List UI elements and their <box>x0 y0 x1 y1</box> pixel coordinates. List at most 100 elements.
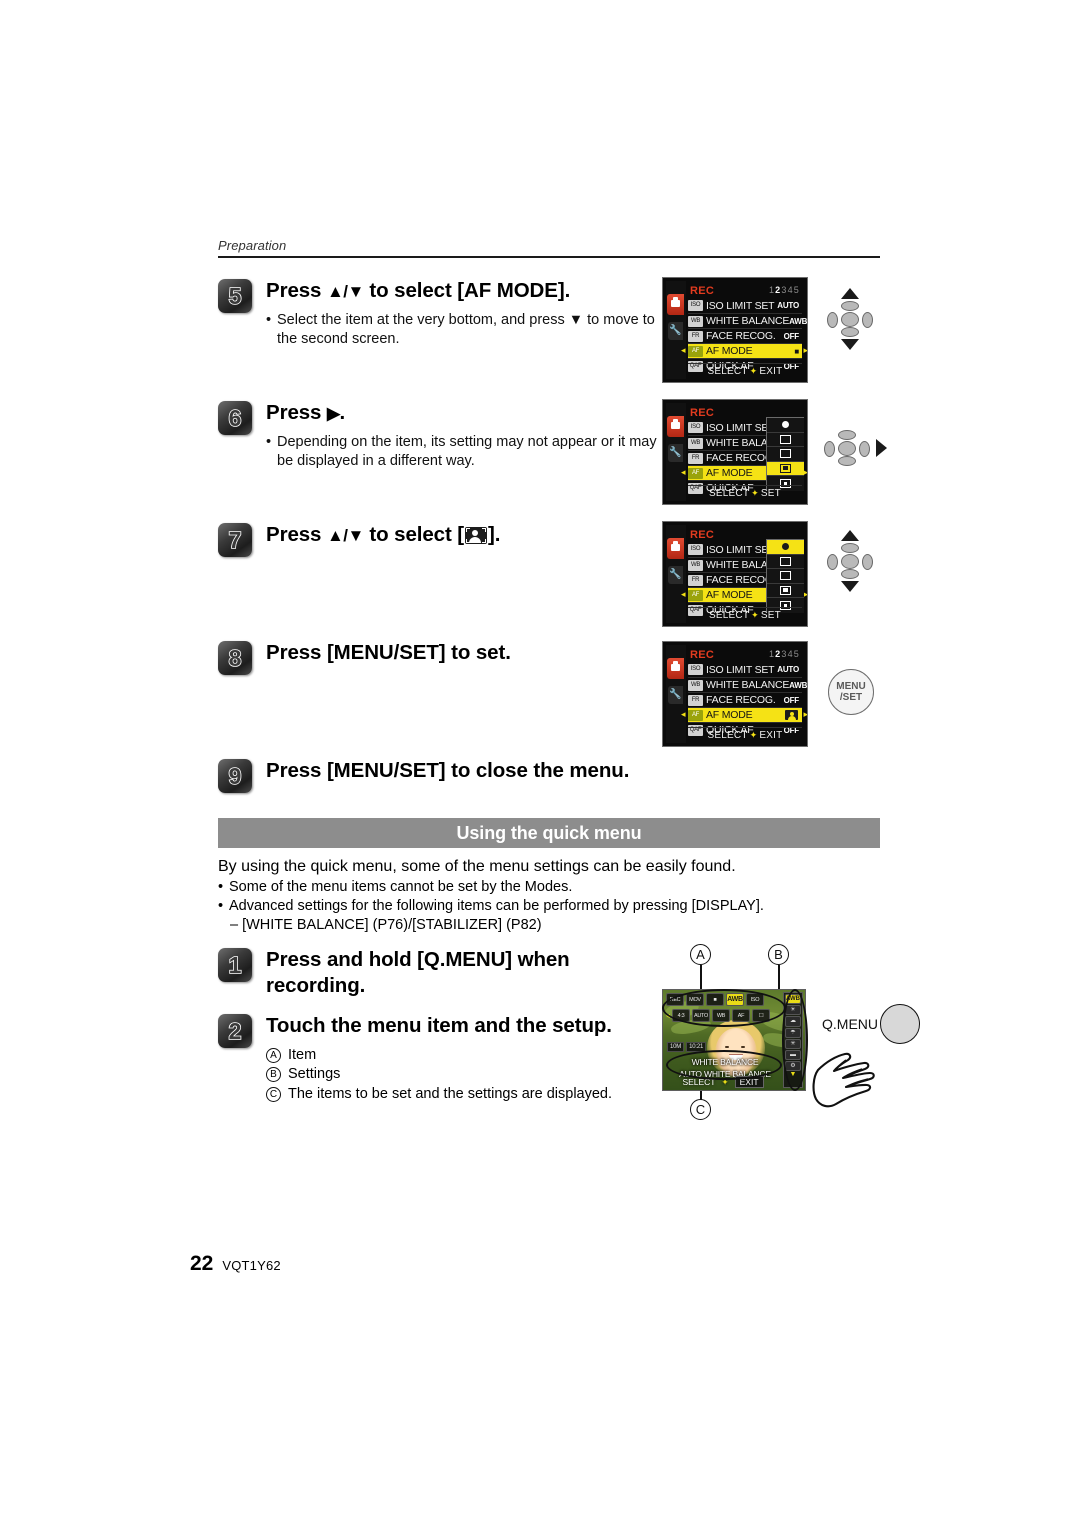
qm-icon-awb-selected[interactable]: AWB <box>726 993 744 1006</box>
pad-up-button <box>841 543 859 553</box>
rec-tab-icon <box>667 416 684 437</box>
bullet-dot: • <box>266 311 272 328</box>
cursor-pad-updown-1 <box>827 288 873 350</box>
menu-row-value-face-icon <box>785 710 798 720</box>
qm-icon-mov[interactable]: MOV <box>686 993 704 1006</box>
step-5-bullets: • Select the item at the very bottom, an… <box>266 311 668 350</box>
photo-eye-left <box>725 1046 729 1048</box>
count-chip: 10:21 <box>686 1042 707 1052</box>
step-9: 9 Press [MENU/SET] to close the menu. <box>218 758 718 793</box>
one-area-af-icon[interactable] <box>767 584 804 598</box>
cursor-pad <box>827 543 873 579</box>
qm-icon-auto[interactable]: AUTO <box>692 1009 711 1022</box>
qm-icon-wb[interactable]: WB <box>712 1009 731 1022</box>
white-balance-icon: WB <box>688 559 703 571</box>
menu-row-label: WHITE BALANCE <box>706 315 790 327</box>
step-5-title-pre: Press <box>266 279 327 302</box>
qm-icon-stabilizer[interactable]: ☐ <box>752 1009 771 1022</box>
wb-option-daylight[interactable]: ☀ <box>785 1005 801 1016</box>
pad-left-button <box>824 441 835 457</box>
pad-right-button <box>862 312 873 328</box>
photo-eye-right <box>741 1046 745 1048</box>
callout-leader-a <box>700 965 702 991</box>
step-5-title: Press ▲/▼ to select [AF MODE]. <box>266 278 668 304</box>
down-arrow-icon <box>841 581 859 592</box>
wb-option-halogen[interactable]: ✳ <box>785 1038 801 1049</box>
pad-down-button <box>841 327 859 337</box>
lcd-footer-3: SELECT ✦ SET <box>688 607 802 621</box>
step-5-title-post: to select [AF MODE]. <box>363 279 571 302</box>
iso-icon: ISO <box>688 544 703 555</box>
footer-set-label: SET <box>760 488 781 499</box>
cursor-pad <box>827 301 873 337</box>
menu-row[interactable]: ISO ISO LIMIT SET AUTO <box>688 662 802 677</box>
quick-menu-resolution-chips: 10M 10:21 <box>667 1042 707 1052</box>
multi-area-af-icon[interactable] <box>767 569 804 584</box>
iso-icon: ISO <box>688 300 703 311</box>
pad-center-button <box>841 312 859 327</box>
wb-option-shade[interactable]: ☂ <box>785 1027 801 1038</box>
wb-option-cloudy[interactable]: ☁ <box>785 1016 801 1027</box>
step-8-title: Press [MENU/SET] to set. <box>266 641 511 664</box>
section-banner-text: Using the quick menu <box>456 822 642 843</box>
menu-row-value: AUTO <box>777 301 799 310</box>
menu-row-label: FACE RECOG. <box>706 330 776 342</box>
callout-marker-b: B <box>768 944 789 965</box>
step-5: 5 Press ▲/▼ to select [AF MODE]. • Selec… <box>218 278 668 350</box>
menu-row[interactable]: WB WHITE BALANCE AWB <box>688 677 807 692</box>
menu-row[interactable]: WB WHITE BALANCE AWB <box>688 313 807 328</box>
menu-row-value: AWB <box>789 680 808 690</box>
af-mode-icon: AF <box>688 709 703 721</box>
face-detection-af-icon[interactable] <box>767 418 804 433</box>
qm-icon-aspect[interactable]: 4:3 <box>672 1009 691 1022</box>
callout-marker-c: C <box>690 1099 711 1120</box>
menu-row[interactable]: FR FACE RECOG. OFF <box>688 692 802 707</box>
menu-row-af-mode-selected[interactable]: AF AF MODE ■ <box>681 343 807 358</box>
step-7-title-post: to select [ <box>363 523 465 546</box>
wb-option-custom[interactable]: ⚙ <box>785 1061 801 1072</box>
setup-tab-icon: 🔧 <box>668 566 683 584</box>
lcd-footer-4: SELECT ✦ EXIT <box>688 727 802 741</box>
af-tracking-icon[interactable] <box>767 555 804 569</box>
quick-menu-icon-row-1: REC MOV ■ AWB ISO <box>666 993 764 1006</box>
bullet-dot: • <box>266 433 272 450</box>
quick-menu-title-line: WHITE BALANCE <box>691 1057 759 1067</box>
left-arrow-icon[interactable]: ◂ <box>666 1009 670 1022</box>
cursor-pad-right <box>824 428 887 468</box>
menu-row[interactable]: FR FACE RECOG. OFF <box>688 328 802 343</box>
wb-option-awb[interactable]: AWB <box>785 994 801 1005</box>
multi-area-af-icon[interactable] <box>767 447 804 462</box>
face-recog-icon: FR <box>688 452 703 464</box>
bullet-dot: • <box>218 898 224 915</box>
af-mode-flyout-2 <box>766 417 804 491</box>
chevron-down-icon[interactable]: ▼ <box>790 1071 797 1078</box>
lcd-title-1: REC <box>690 285 715 297</box>
footer-select-label: SELECT <box>707 730 748 741</box>
menu-row-af-mode-selected[interactable]: AF AF MODE <box>681 707 807 722</box>
qm-icon-af-area[interactable]: ■ <box>706 993 724 1006</box>
pad-up-button <box>838 430 856 440</box>
menu-row-value: AWB <box>789 316 808 326</box>
step-number-q2: 2 <box>228 1017 242 1045</box>
callout-leader-b <box>778 965 780 991</box>
cursor-glyph-icon: ✦ <box>749 730 758 740</box>
wb-option-flash[interactable]: ▬ <box>785 1049 801 1061</box>
qm-icon-rec[interactable]: REC <box>666 993 684 1006</box>
menu-row-label: ISO LIMIT SET <box>706 663 775 676</box>
menu-row[interactable]: ISO ISO LIMIT SET AUTO <box>688 298 802 313</box>
af-tracking-icon[interactable] <box>767 433 804 447</box>
menu-row-value: AUTO <box>777 665 799 674</box>
quick-menu-lcd-screen: REC MOV ■ AWB ISO ◂ 4:3 AUTO WB AF ☐ 10M… <box>662 989 806 1091</box>
rec-tab-icon <box>667 538 684 559</box>
white-balance-icon: WB <box>688 679 703 691</box>
step-number-badge-7: 7 <box>218 523 252 557</box>
pad-left-button <box>827 312 838 328</box>
qm-icon-af[interactable]: AF <box>732 1009 751 1022</box>
af-mode-icon: AF <box>688 345 703 357</box>
face-detection-af-icon-selected[interactable] <box>767 540 804 555</box>
qm-icon-iso[interactable]: ISO <box>746 993 764 1006</box>
one-area-af-icon-selected[interactable] <box>767 461 804 476</box>
lcd-screen-1: 🔧 REC 12345 ISO ISO LIMIT SET AUTO WB WH… <box>662 277 808 383</box>
q-menu-button[interactable] <box>880 1004 920 1044</box>
qm-footer-exit[interactable]: EXIT <box>734 1076 764 1088</box>
